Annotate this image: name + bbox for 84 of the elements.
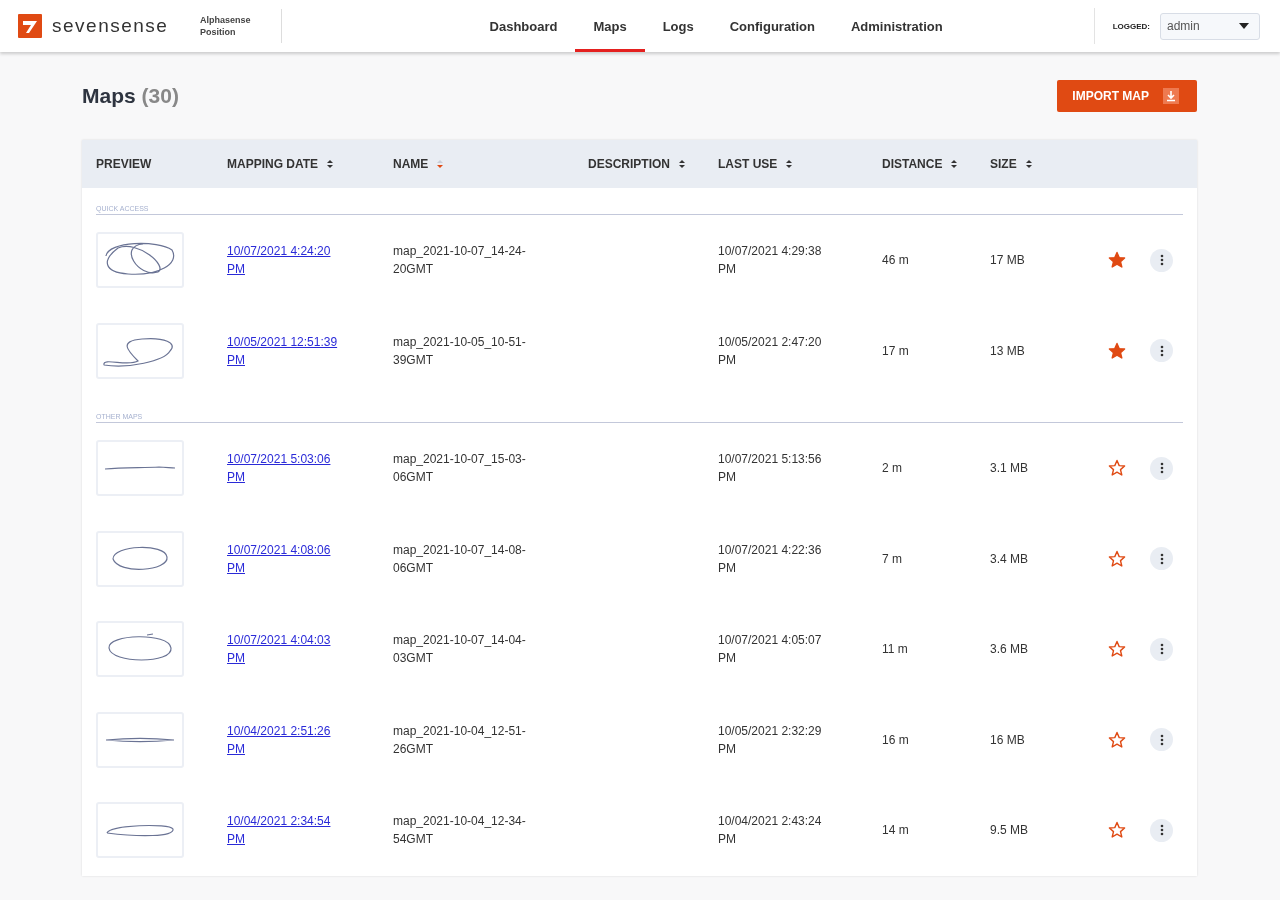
column-header[interactable]: LAST USE — [718, 157, 778, 171]
distance: 16 m — [881, 731, 910, 749]
more-options-button[interactable] — [1150, 637, 1173, 661]
distance: 14 m — [881, 822, 910, 840]
map-name: map_2021-10-07_14-24-20GMT — [392, 243, 527, 279]
last-use: 10/05/2021 2:32:29 PM — [717, 722, 823, 758]
distance: 17 m — [881, 342, 910, 360]
star-icon[interactable] — [1108, 459, 1126, 478]
trajectory-drawing — [105, 823, 175, 838]
size: 17 MB — [989, 252, 1026, 270]
column-header[interactable]: DISTANCE — [882, 157, 943, 171]
star-icon[interactable] — [1108, 341, 1126, 360]
last-use: 10/07/2021 4:22:36 PM — [717, 541, 823, 577]
column-header[interactable]: DESCRIPTION — [588, 157, 670, 171]
distance: 46 m — [881, 252, 910, 270]
mapping-date-link[interactable]: 10/04/2021 2:34:54 PM — [227, 812, 345, 849]
page-title: Maps (30) — [82, 84, 179, 108]
sort-icon[interactable] — [678, 159, 686, 169]
column-header[interactable]: NAME — [393, 157, 429, 171]
size: 3.1 MB — [989, 460, 1029, 478]
more-options-button[interactable] — [1150, 818, 1173, 842]
kebab-icon — [1159, 824, 1164, 837]
column-header[interactable]: MAPPING DATE — [227, 157, 319, 171]
kebab-icon — [1159, 254, 1164, 267]
caret-icon — [1239, 23, 1249, 29]
distance: 7 m — [881, 550, 903, 568]
mapping-date-link[interactable]: 10/07/2021 5:03:06 PM — [227, 450, 345, 487]
sort-icon[interactable] — [785, 159, 794, 169]
more-options-button[interactable] — [1150, 339, 1173, 363]
size: 9.5 MB — [989, 822, 1029, 840]
star-icon[interactable] — [1108, 549, 1126, 568]
map-name: map_2021-10-07_15-03-06GMT — [392, 451, 527, 487]
nav-tab[interactable]: Configuration — [711, 0, 833, 52]
distance: 11 m — [881, 641, 909, 659]
column-header: PREVIEW — [96, 157, 152, 171]
nav-tab[interactable]: Maps — [575, 0, 645, 52]
kebab-icon — [1159, 344, 1164, 357]
sort-icon[interactable] — [1024, 159, 1033, 169]
distance: 2 m — [881, 460, 903, 478]
last-use: 10/05/2021 2:47:20 PM — [717, 333, 823, 369]
user-dropdown[interactable]: admin — [1160, 12, 1260, 40]
logged-label: LOGGED: — [1112, 21, 1150, 31]
kebab-icon — [1159, 643, 1164, 656]
mapping-date-link[interactable]: 10/07/2021 4:04:03 PM — [227, 631, 345, 668]
nav-tab[interactable]: Logs — [644, 0, 712, 52]
product-name: Alphasense Position — [200, 9, 282, 43]
download-icon — [1163, 88, 1179, 104]
last-use: 10/04/2021 2:43:24 PM — [717, 813, 823, 849]
more-options-button[interactable] — [1150, 547, 1173, 571]
brand-name: sevensense — [52, 15, 169, 37]
star-icon[interactable] — [1108, 251, 1126, 270]
nav-tab[interactable]: Dashboard — [471, 0, 576, 52]
sort-icon[interactable] — [326, 159, 335, 169]
mapping-date-link[interactable]: 10/07/2021 4:24:20 PM — [227, 242, 345, 279]
mapping-date-link[interactable]: 10/07/2021 4:08:06 PM — [227, 540, 345, 577]
size: 13 MB — [989, 342, 1026, 360]
map-name: map_2021-10-05_10-51-39GMT — [392, 333, 527, 369]
last-use: 10/07/2021 4:29:38 PM — [717, 243, 823, 279]
size: 16 MB — [989, 731, 1026, 749]
map-name: map_2021-10-07_14-08-06GMT — [392, 541, 527, 577]
last-use: 10/07/2021 4:05:07 PM — [717, 632, 823, 668]
size: 3.4 MB — [989, 550, 1029, 568]
kebab-icon — [1159, 462, 1164, 475]
mapping-date-link[interactable]: 10/05/2021 12:51:39 PM — [227, 332, 345, 369]
more-options-button[interactable] — [1150, 248, 1173, 272]
more-options-button[interactable] — [1150, 456, 1173, 480]
more-options-button[interactable] — [1150, 728, 1173, 752]
kebab-icon — [1159, 552, 1164, 565]
mapping-date-link[interactable]: 10/04/2021 2:51:26 PM — [227, 721, 345, 758]
column-header[interactable]: SIZE — [990, 157, 1017, 171]
nav-tab[interactable]: Administration — [832, 0, 961, 52]
kebab-icon — [1159, 733, 1164, 746]
import-map-button[interactable]: IMPORT MAP — [1057, 80, 1197, 112]
map-name: map_2021-10-07_14-04-03GMT — [392, 632, 527, 668]
star-icon[interactable] — [1108, 730, 1126, 749]
size: 3.6 MB — [989, 641, 1029, 659]
sort-icon[interactable] — [950, 159, 959, 169]
map-name: map_2021-10-04_12-34-54GMT — [392, 813, 527, 849]
star-icon[interactable] — [1108, 821, 1126, 840]
map-name: map_2021-10-04_12-51-26GMT — [392, 722, 527, 758]
last-use: 10/07/2021 5:13:56 PM — [717, 451, 823, 487]
trajectory-drawing — [104, 736, 176, 743]
logo-icon — [18, 14, 42, 38]
star-icon[interactable] — [1108, 640, 1126, 659]
